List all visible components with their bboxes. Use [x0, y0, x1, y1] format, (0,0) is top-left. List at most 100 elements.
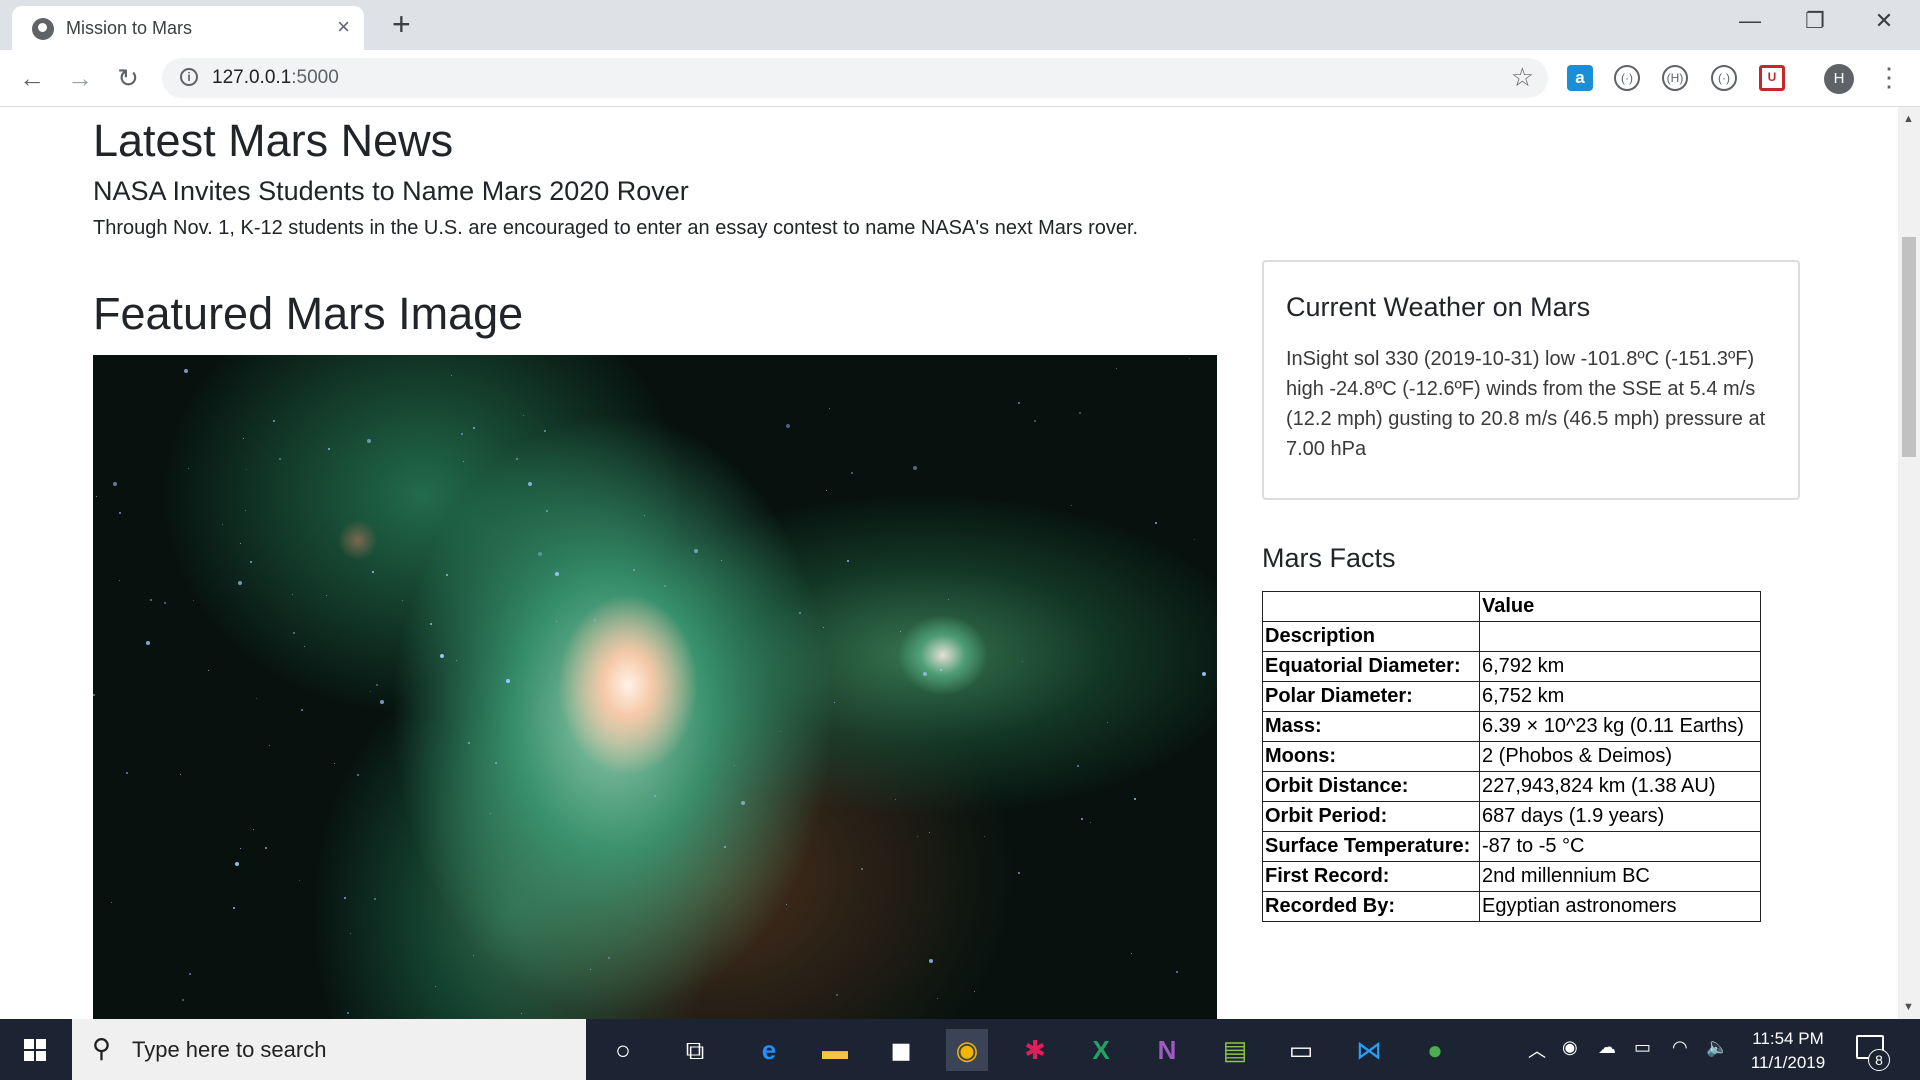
excel-icon[interactable]: X — [1080, 1029, 1122, 1071]
star-dot — [1022, 661, 1023, 662]
star-dot — [984, 836, 985, 837]
star-dot — [861, 868, 863, 870]
notification-count-badge: 8 — [1868, 1049, 1890, 1071]
star-dot — [495, 762, 497, 764]
wifi-icon[interactable]: ◠ — [1672, 1037, 1688, 1058]
fact-label: Surface Temperature: — [1262, 831, 1480, 862]
scroll-down-arrow-icon[interactable]: ▼ — [1903, 1001, 1914, 1013]
battery-icon[interactable]: ▭ — [1634, 1037, 1651, 1058]
star-dot — [182, 999, 184, 1001]
system-clock[interactable]: 11:54 PM 11/1/2019 — [1738, 1027, 1838, 1075]
start-button[interactable] — [0, 1019, 70, 1080]
star-dot — [940, 669, 942, 671]
star-dot — [544, 430, 546, 432]
star-dot — [597, 660, 598, 661]
page-scrollbar[interactable]: ▲ ▼ — [1898, 107, 1920, 1019]
star-dot — [724, 846, 726, 848]
store-icon[interactable]: ◼ — [880, 1029, 922, 1071]
taskbar-search-box[interactable]: ⚲ Type here to search — [72, 1019, 586, 1080]
extension-icon[interactable]: (·) — [1711, 65, 1737, 91]
latest-news-heading: Latest Mars News — [93, 115, 454, 166]
star-dot — [851, 472, 853, 474]
fact-value: Egyptian astronomers — [1479, 891, 1761, 922]
chrome-icon[interactable]: ◉ — [946, 1029, 988, 1071]
star-dot — [253, 829, 254, 830]
star-dot — [357, 774, 359, 776]
new-tab-button[interactable]: + — [392, 8, 411, 40]
volume-icon[interactable]: 🔈 — [1706, 1037, 1728, 1058]
mongodb-icon[interactable]: ● — [1414, 1029, 1456, 1071]
scroll-up-arrow-icon[interactable]: ▲ — [1903, 113, 1914, 125]
table-header-row: Value — [1262, 591, 1761, 622]
extension-icon[interactable]: (H) — [1662, 65, 1688, 91]
show-hidden-icons-icon[interactable]: ︿ — [1528, 1037, 1546, 1063]
star-dot — [111, 902, 112, 903]
star-dot — [900, 631, 901, 632]
amazon-extension-icon[interactable]: a — [1567, 65, 1593, 91]
star-dot — [1107, 722, 1108, 723]
pocket-extension-icon[interactable]: U — [1759, 65, 1785, 91]
terminal-icon[interactable]: ▭ — [1280, 1029, 1322, 1071]
fact-value: 2 (Phobos & Deimos) — [1479, 741, 1761, 772]
menu-icon[interactable]: ⋮ — [1876, 62, 1902, 92]
tab-mission-to-mars[interactable]: Mission to Mars × — [12, 6, 364, 50]
star-dot — [238, 581, 242, 585]
bookmark-star-icon[interactable]: ☆ — [1511, 62, 1534, 93]
star-dot — [1155, 522, 1157, 524]
star-dot — [847, 560, 849, 562]
fact-value — [1479, 621, 1761, 652]
star-dot — [895, 799, 896, 800]
star-dot — [823, 627, 824, 628]
vscode-icon[interactable]: ⋈ — [1348, 1029, 1390, 1071]
star-dot — [243, 438, 244, 439]
scrollbar-thumb[interactable] — [1902, 237, 1916, 457]
chart-app-icon[interactable]: ▤ — [1214, 1029, 1256, 1071]
back-button[interactable]: ← — [14, 62, 50, 94]
star-dot — [435, 986, 436, 987]
star-dot — [233, 907, 235, 909]
star-dot — [1134, 798, 1136, 800]
extension-icon[interactable]: (·) — [1614, 65, 1640, 91]
star-dot — [208, 670, 209, 671]
star-dot — [370, 691, 371, 692]
edge-icon[interactable]: e — [748, 1029, 790, 1071]
star-dot — [516, 458, 518, 460]
star-dot — [180, 774, 181, 775]
star-dot — [538, 552, 542, 556]
star-dot — [235, 862, 239, 866]
close-tab-icon[interactable]: × — [337, 14, 350, 40]
table-row: Moons: 2 (Phobos & Deimos) — [1262, 741, 1761, 772]
forward-button[interactable]: → — [62, 62, 98, 94]
star-dot — [347, 1012, 349, 1014]
star-dot — [119, 580, 120, 581]
star-dot — [721, 560, 722, 561]
cortana-icon[interactable]: ○ — [602, 1029, 644, 1071]
minimize-button[interactable]: — — [1730, 6, 1770, 36]
star-dot — [279, 458, 281, 460]
fact-label: Polar Diameter: — [1262, 681, 1480, 712]
star-dot — [380, 700, 384, 704]
url-text[interactable]: 127.0.0.1:5000 — [212, 67, 339, 89]
star-dot — [269, 745, 270, 746]
maximize-button[interactable]: ❐ — [1795, 6, 1835, 36]
fact-label: Mass: — [1262, 711, 1480, 742]
slack-icon[interactable]: ✱ — [1014, 1029, 1056, 1071]
close-window-button[interactable]: ✕ — [1864, 6, 1904, 36]
star-dot — [523, 415, 524, 416]
info-icon[interactable]: i — [180, 68, 198, 86]
record-icon[interactable]: ◉ — [1562, 1037, 1578, 1058]
star-dot — [461, 433, 463, 435]
star-dot — [250, 561, 252, 563]
clock-date: 11/1/2019 — [1750, 1053, 1826, 1072]
star-dot — [93, 694, 95, 696]
task-view-icon[interactable]: ⧉ — [674, 1029, 716, 1071]
profile-avatar[interactable]: H — [1824, 64, 1854, 94]
reload-button[interactable]: ↻ — [110, 62, 146, 94]
star-dot — [446, 574, 448, 576]
fact-label: Description — [1262, 621, 1480, 652]
address-bar[interactable]: i 127.0.0.1:5000 ☆ — [162, 58, 1548, 98]
file-explorer-icon[interactable]: ▬ — [814, 1029, 856, 1071]
onenote-icon[interactable]: N — [1146, 1029, 1188, 1071]
onedrive-cloud-icon[interactable]: ☁ — [1598, 1037, 1616, 1058]
star-dot — [829, 408, 830, 409]
